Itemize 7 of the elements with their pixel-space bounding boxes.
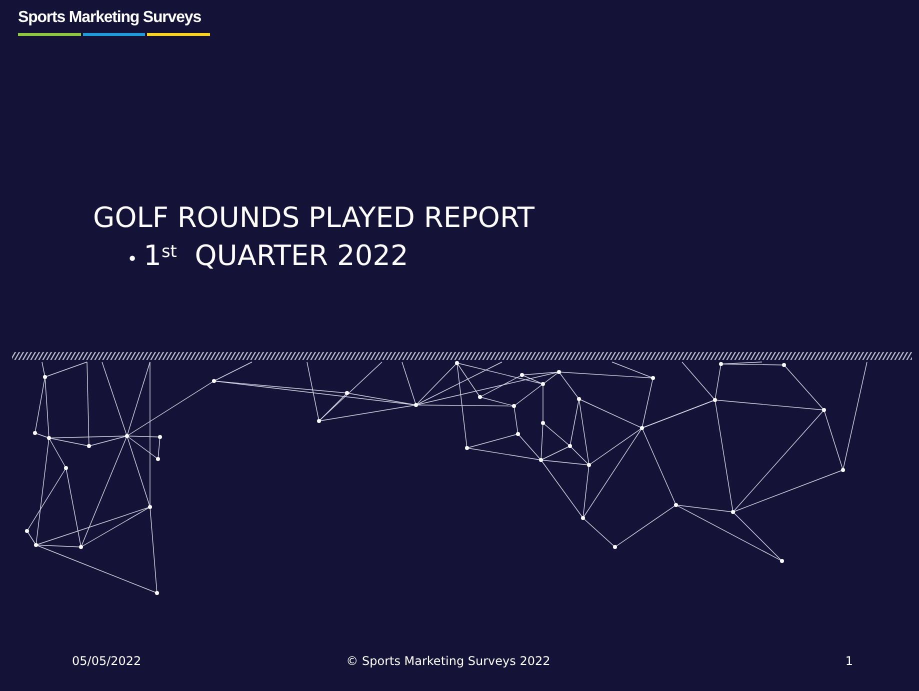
bullet: • xyxy=(127,248,138,272)
footer-date: 05/05/2022 xyxy=(72,653,142,670)
footer-copyright: © Sports Marketing Surveys 2022 xyxy=(346,653,550,670)
page-number: 1 xyxy=(845,653,853,670)
report-subtitle: 1$^{st}$ QUARTER 2022 xyxy=(144,238,408,274)
logo-text: Sports Marketing Surveys xyxy=(18,8,201,28)
report-title: GOLF ROUNDS PLAYED REPORT xyxy=(93,200,536,236)
